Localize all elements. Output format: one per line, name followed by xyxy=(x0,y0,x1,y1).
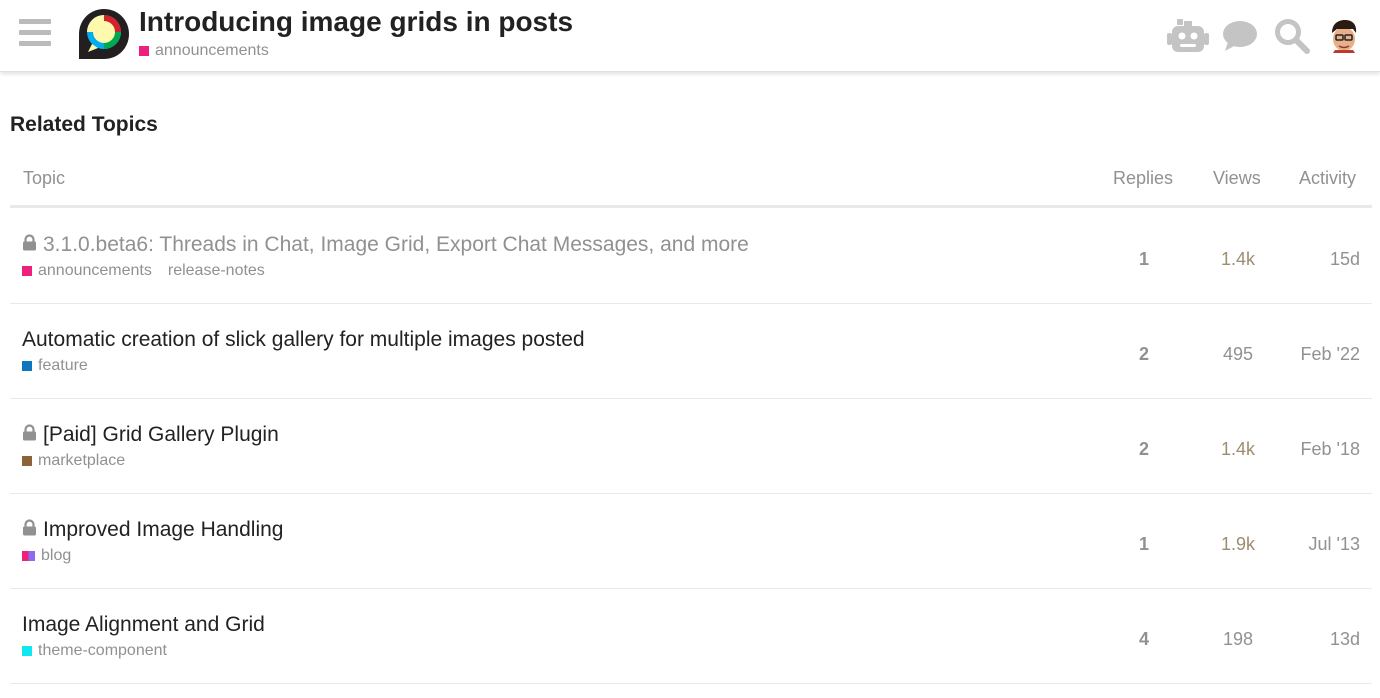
category-badge[interactable]: feature xyxy=(22,357,88,375)
page-title[interactable]: Introducing image grids in posts xyxy=(139,6,573,38)
category-color-swatch xyxy=(22,551,35,561)
category-label: announcements xyxy=(38,262,152,279)
topic-tag[interactable]: release-notes xyxy=(168,262,265,280)
topic-row: 3.1.0.beta6: Threads in Chat, Image Grid… xyxy=(10,209,1372,304)
activity-date[interactable]: Feb '18 xyxy=(1280,439,1360,460)
discourse-logo[interactable] xyxy=(78,8,130,60)
robot-icon[interactable] xyxy=(1166,14,1210,58)
column-views: Views xyxy=(1213,168,1261,188)
views-count: 198 xyxy=(1222,629,1254,649)
hamburger-menu-icon[interactable] xyxy=(19,19,51,47)
category-label: blog xyxy=(41,547,72,564)
topic-title: Image Alignment and Grid xyxy=(22,613,265,636)
topic-link[interactable]: Image Alignment and Grid xyxy=(22,613,265,637)
topic-list-header: Topic Replies Views Activity xyxy=(10,160,1372,208)
views-count: 1.4k xyxy=(1220,439,1256,459)
column-activity: Activity xyxy=(1299,168,1357,188)
replies-count: 4 xyxy=(1138,629,1149,649)
topic-meta: marketplace xyxy=(22,452,125,470)
site-header: Introducing image grids in posts announc… xyxy=(0,0,1380,72)
topic-meta: blog xyxy=(22,547,71,565)
topic-title: 3.1.0.beta6: Threads in Chat, Image Grid… xyxy=(43,233,749,256)
category-label: marketplace xyxy=(38,452,126,469)
replies-count: 1 xyxy=(1138,534,1149,554)
lock-icon xyxy=(22,233,37,257)
category-badge[interactable]: blog xyxy=(22,547,71,565)
topic-meta: announcements release-notes xyxy=(22,262,265,280)
header-category-label: announcements xyxy=(155,42,269,59)
category-color-swatch xyxy=(22,456,32,466)
lock-icon xyxy=(22,518,37,542)
category-badge[interactable]: marketplace xyxy=(22,452,125,470)
topic-link[interactable]: Improved Image Handling xyxy=(22,518,283,542)
header-category[interactable]: announcements xyxy=(139,42,269,60)
search-icon[interactable] xyxy=(1270,14,1314,58)
category-label: theme-component xyxy=(38,642,167,659)
column-replies: Replies xyxy=(1113,168,1174,188)
views-count: 495 xyxy=(1222,344,1254,364)
replies-count: 2 xyxy=(1138,439,1149,459)
topic-row: Image Alignment and Grid theme-component 4… xyxy=(10,589,1372,684)
activity-date[interactable]: 13d xyxy=(1280,629,1360,650)
lock-icon xyxy=(22,423,37,447)
activity-date[interactable]: Feb '22 xyxy=(1280,344,1360,365)
views-count: 1.9k xyxy=(1220,534,1256,554)
replies-count: 1 xyxy=(1138,249,1149,269)
topic-link[interactable]: 3.1.0.beta6: Threads in Chat, Image Grid… xyxy=(22,233,749,257)
category-badge[interactable]: theme-component xyxy=(22,642,167,660)
topic-row: Improved Image Handling blog 1 1.9k Jul '13 xyxy=(10,494,1372,589)
topic-meta: feature xyxy=(22,357,88,375)
column-topic: Topic xyxy=(23,168,66,188)
replies-count: 2 xyxy=(1138,344,1149,364)
category-color-swatch xyxy=(22,361,32,371)
topic-meta: theme-component xyxy=(22,642,167,660)
topic-row: Automatic creation of slick gallery for … xyxy=(10,304,1372,399)
category-badge[interactable]: announcements xyxy=(22,262,152,280)
views-count: 1.4k xyxy=(1220,249,1256,269)
category-color-swatch xyxy=(22,646,32,656)
user-avatar[interactable] xyxy=(1322,14,1366,58)
category-label: feature xyxy=(38,357,88,374)
activity-date[interactable]: 15d xyxy=(1280,249,1360,270)
category-color-swatch xyxy=(139,46,149,56)
topic-title: [Paid] Grid Gallery Plugin xyxy=(43,423,279,446)
chat-bubble-icon[interactable] xyxy=(1218,14,1262,58)
topic-link[interactable]: Automatic creation of slick gallery for … xyxy=(22,328,585,352)
topic-link[interactable]: [Paid] Grid Gallery Plugin xyxy=(22,423,279,447)
topic-row: [Paid] Grid Gallery Plugin marketplace 2 1.… xyxy=(10,399,1372,494)
related-topics-heading: Related Topics xyxy=(10,113,158,136)
topic-title: Improved Image Handling xyxy=(43,518,284,541)
activity-date[interactable]: Jul '13 xyxy=(1280,534,1360,555)
category-color-swatch xyxy=(22,266,32,276)
topic-title: Automatic creation of slick gallery for … xyxy=(22,328,585,351)
